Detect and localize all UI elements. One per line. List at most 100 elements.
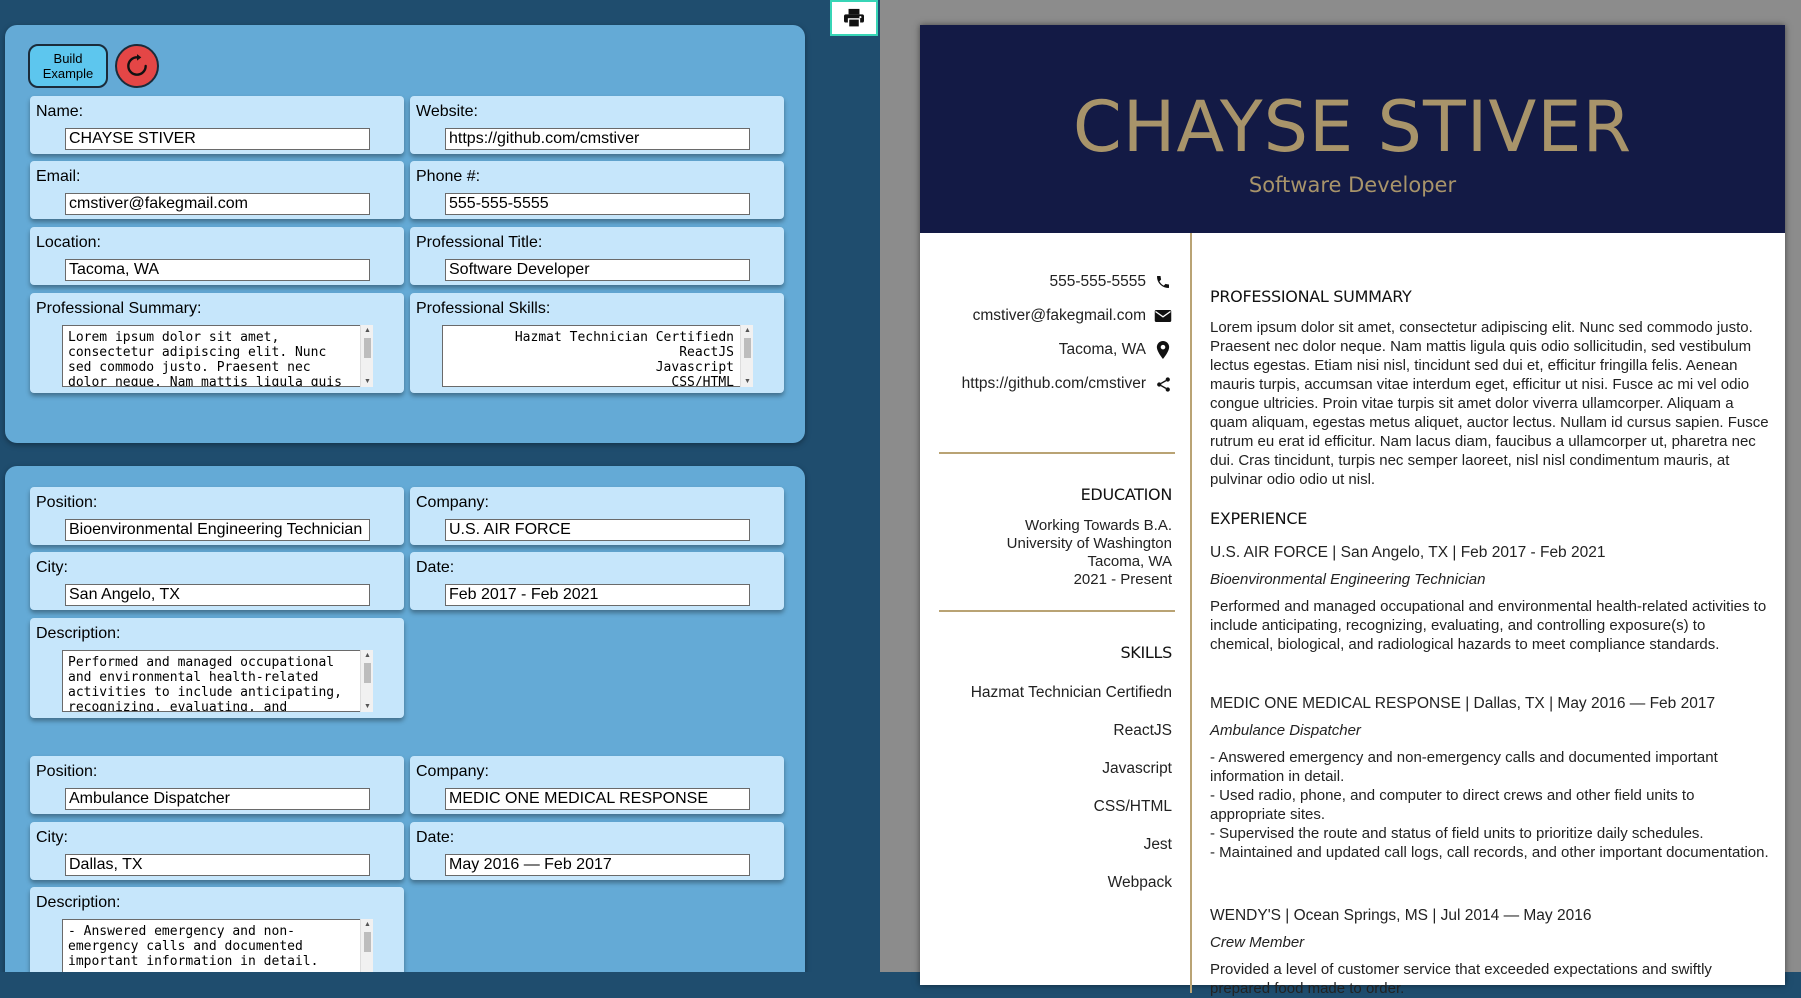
share-icon <box>1154 375 1172 393</box>
envelope-icon <box>1154 307 1172 325</box>
name-input[interactable] <box>65 128 370 150</box>
education-heading: EDUCATION <box>1080 485 1173 504</box>
city-label: City: <box>36 829 68 846</box>
professional-skills-field: Professional Skills: Hazmat Technician C… <box>410 293 784 393</box>
summary-scrollbar[interactable]: ▲ ▼ <box>360 325 373 387</box>
date-label: Date: <box>416 559 455 576</box>
summary-heading: PROFESSIONAL SUMMARY <box>1210 287 1412 306</box>
contact-location: Tacoma, WA <box>1059 341 1172 359</box>
description-label: Description: <box>36 625 121 642</box>
phone-field: Phone #: <box>410 161 784 219</box>
company-input[interactable] <box>445 519 750 541</box>
resume-sidebar: 555-555-5555 cmstiver@fakegmail.com Taco… <box>920 233 1190 993</box>
education-line: Working Towards B.A. <box>1024 517 1172 534</box>
professional-skills-textarea[interactable]: Hazmat Technician Certifiedn ReactJS Jav… <box>442 325 753 387</box>
build-example-button[interactable]: Build Example <box>28 44 108 88</box>
professional-summary-textarea[interactable]: Lorem ipsum dolor sit amet, consectetur … <box>62 325 373 387</box>
description-label: Description: <box>36 894 121 911</box>
position-field: Position: <box>30 756 404 814</box>
job-description: Provided a level of customer service tha… <box>1210 961 1712 997</box>
resume-editor: Build Example Name: Website: Email: Phon… <box>0 0 880 972</box>
phone-input[interactable] <box>445 193 750 215</box>
professional-summary-field: Professional Summary: Lorem ipsum dolor … <box>30 293 404 393</box>
position-label: Position: <box>36 494 98 511</box>
location-input[interactable] <box>65 259 370 281</box>
email-label: Email: <box>36 168 81 185</box>
education-line: 2021 - Present <box>1073 571 1172 588</box>
job-position: Crew Member <box>1210 934 1305 951</box>
position-input[interactable] <box>65 788 370 810</box>
job-position: Bioenvironmental Engineering Technician <box>1210 571 1486 588</box>
city-input[interactable] <box>65 584 370 606</box>
resume-title: Software Developer <box>1248 173 1457 197</box>
professional-title-label: Professional Title: <box>416 234 543 251</box>
company-field: Company: <box>410 487 784 545</box>
job-header: WENDY'S | Ocean Springs, MS | Jul 2014 —… <box>1210 907 1592 924</box>
contact-website: https://github.com/cmstiver <box>962 375 1172 393</box>
professional-skills-label: Professional Skills: <box>416 300 551 317</box>
skill-item: Hazmat Technician Certifiedn <box>970 684 1172 701</box>
city-field: City: <box>30 552 404 610</box>
email-field: Email: <box>30 161 404 219</box>
date-field: Date: <box>410 822 784 880</box>
description-scrollbar[interactable]: ▲▼ <box>360 650 373 712</box>
location-field: Location: <box>30 227 404 285</box>
job-position: Ambulance Dispatcher <box>1210 722 1361 739</box>
name-label: Name: <box>36 103 84 120</box>
position-label: Position: <box>36 763 98 780</box>
location-label: Location: <box>36 234 101 251</box>
position-input[interactable] <box>65 519 370 541</box>
description-textarea[interactable]: - Answered emergency and non-emergency c… <box>62 919 373 972</box>
date-input[interactable] <box>445 584 750 606</box>
website-field: Website: <box>410 96 784 154</box>
email-input[interactable] <box>65 193 370 215</box>
sidebar-divider <box>939 610 1175 612</box>
company-label: Company: <box>416 763 489 780</box>
refresh-icon <box>127 54 147 76</box>
job-header: U.S. AIR FORCE | San Angelo, TX | Feb 20… <box>1210 544 1606 561</box>
phone-label: Phone #: <box>416 168 481 185</box>
contact-email-text: cmstiver@fakegmail.com <box>972 307 1146 324</box>
position-field: Position: <box>30 487 404 545</box>
print-button[interactable] <box>830 0 878 36</box>
sidebar-divider <box>939 452 1175 454</box>
resume-name: CHAYSE STIVER <box>1072 86 1633 168</box>
website-input[interactable] <box>445 128 750 150</box>
map-pin-icon <box>1154 341 1172 359</box>
professional-title-input[interactable] <box>445 259 750 281</box>
description-scrollbar[interactable]: ▲▼ <box>360 919 373 972</box>
education-line: Tacoma, WA <box>1087 553 1172 570</box>
skills-scrollbar[interactable]: ▲ ▼ <box>740 325 753 387</box>
resume-preview: CHAYSE STIVER Software Developer 555-555… <box>920 25 1785 997</box>
company-field: Company: <box>410 756 784 814</box>
skill-item: ReactJS <box>1113 722 1172 739</box>
skill-item: Webpack <box>1107 874 1172 891</box>
skills-heading: SKILLS <box>1120 643 1172 662</box>
job-description: - Answered emergency and non-emergency c… <box>1210 749 1769 861</box>
resume-main: PROFESSIONAL SUMMARY Lorem ipsum dolor s… <box>1210 233 1770 997</box>
contact-phone-text: 555-555-5555 <box>1049 273 1146 290</box>
skill-item: Javascript <box>1102 760 1172 777</box>
contact-phone: 555-555-5555 <box>1049 273 1172 291</box>
reset-button[interactable] <box>115 44 159 88</box>
description-field: Description: Performed and managed occup… <box>30 618 404 718</box>
resume-header: CHAYSE STIVER Software Developer <box>920 25 1785 233</box>
date-input[interactable] <box>445 854 750 876</box>
contact-email: cmstiver@fakegmail.com <box>973 307 1172 325</box>
summary-text: Lorem ipsum dolor sit amet, consectetur … <box>1210 319 1769 488</box>
contact-website-text: https://github.com/cmstiver <box>961 375 1146 392</box>
experience-heading: EXPERIENCE <box>1210 509 1308 528</box>
contact-location-text: Tacoma, WA <box>1058 341 1146 358</box>
company-input[interactable] <box>445 788 750 810</box>
description-textarea[interactable]: Performed and managed occupational and e… <box>62 650 373 712</box>
city-input[interactable] <box>65 854 370 876</box>
city-label: City: <box>36 559 68 576</box>
education-line: University of Washington <box>1006 535 1172 552</box>
phone-icon <box>1154 273 1172 291</box>
job-header: MEDIC ONE MEDICAL RESPONSE | Dallas, TX … <box>1210 695 1716 712</box>
printer-icon <box>844 8 864 28</box>
date-field: Date: <box>410 552 784 610</box>
professional-summary-label: Professional Summary: <box>36 300 202 317</box>
name-field: Name: <box>30 96 404 154</box>
city-field: City: <box>30 822 404 880</box>
